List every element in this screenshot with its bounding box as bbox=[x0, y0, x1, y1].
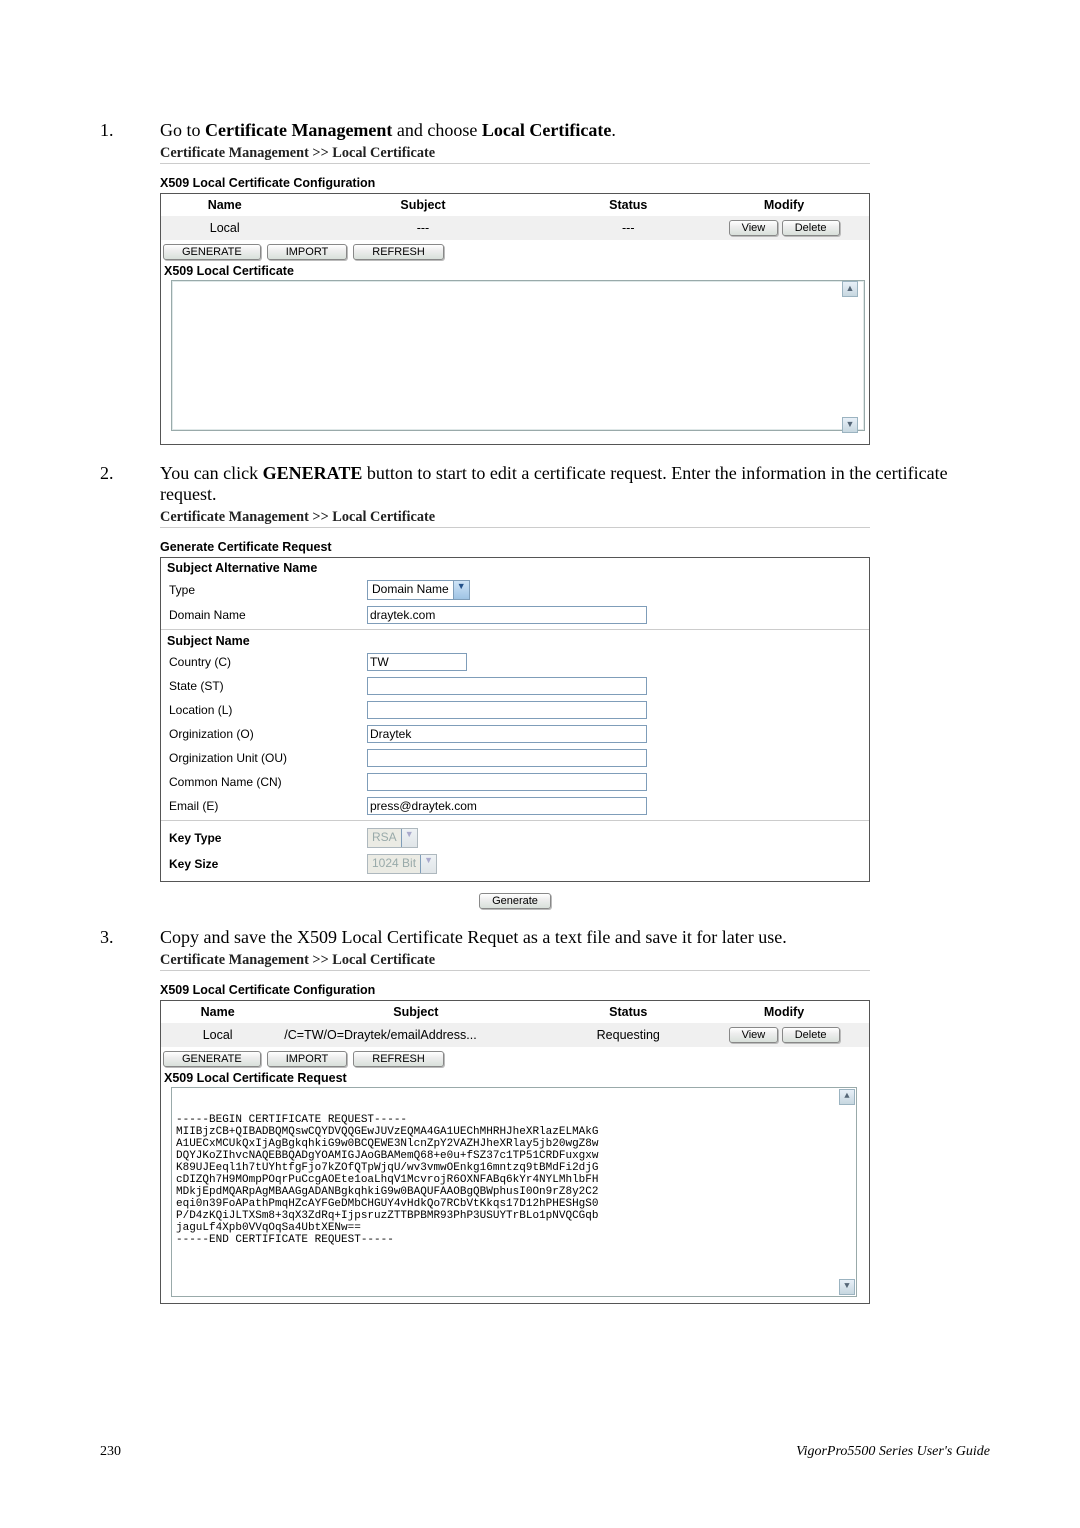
step3-content: Copy and save the X509 Local Certificate… bbox=[160, 927, 990, 1304]
hdr-modify: Modify bbox=[699, 194, 869, 216]
o-input[interactable] bbox=[367, 725, 647, 743]
x509-sub: X509 Local Certificate bbox=[164, 264, 869, 278]
refresh-button3[interactable]: REFRESH bbox=[353, 1051, 444, 1067]
kt-label: Key Type bbox=[161, 831, 367, 845]
o-label: Orginization (O) bbox=[161, 727, 367, 741]
row3-status: Requesting bbox=[557, 1023, 699, 1047]
s1-c: and choose bbox=[392, 120, 481, 140]
tbl3-title: X509 Local Certificate Configuration bbox=[160, 983, 870, 997]
ui3-block: Certificate Management >> Local Certific… bbox=[160, 952, 870, 1304]
import-button3[interactable]: IMPORT bbox=[267, 1051, 348, 1067]
page-number: 230 bbox=[100, 1444, 121, 1460]
step2-content: You can click GENERATE button to start t… bbox=[160, 463, 990, 909]
step2-number: 2. bbox=[100, 463, 160, 909]
scroll-up-icon[interactable]: ▲ bbox=[839, 1089, 855, 1105]
delete-button[interactable]: Delete bbox=[782, 220, 840, 236]
sn-title: Subject Name bbox=[167, 634, 869, 648]
generate-button3[interactable]: GENERATE bbox=[163, 1051, 261, 1067]
row1-subject: --- bbox=[288, 216, 557, 240]
step3-number: 3. bbox=[100, 927, 160, 1304]
hdr-subject3: Subject bbox=[274, 1001, 557, 1023]
row1-status: --- bbox=[557, 216, 699, 240]
tbl-title: X509 Local Certificate Configuration bbox=[160, 176, 870, 190]
row3-subject: /C=TW/O=Draytek/emailAddress... bbox=[274, 1023, 557, 1047]
delete-button3[interactable]: Delete bbox=[782, 1027, 840, 1043]
cert-textarea-empty[interactable] bbox=[171, 280, 865, 431]
row3-name: Local bbox=[161, 1023, 274, 1047]
hdr-name3: Name bbox=[161, 1001, 274, 1023]
cert-table: Name Subject Status Modify Local --- ---… bbox=[161, 194, 869, 240]
scroll-up-icon[interactable]: ▲ bbox=[842, 281, 858, 297]
ou-input[interactable] bbox=[367, 749, 647, 767]
guide-title: VigorPro5500 Series User's Guide bbox=[796, 1444, 990, 1460]
dn-input[interactable] bbox=[367, 606, 647, 624]
cert-table3: Name Subject Status Modify Local /C=TW/O… bbox=[161, 1001, 869, 1047]
l-label: Location (L) bbox=[161, 703, 367, 717]
view-button[interactable]: View bbox=[729, 220, 779, 236]
hdr-status: Status bbox=[557, 194, 699, 216]
ui2-block: Certificate Management >> Local Certific… bbox=[160, 509, 870, 909]
cn-input[interactable] bbox=[367, 773, 647, 791]
s2-b: GENERATE bbox=[263, 463, 363, 483]
st-label: State (ST) bbox=[161, 679, 367, 693]
page-footer: 230 VigorPro5500 Series User's Guide bbox=[100, 1444, 990, 1460]
s3-text: Copy and save the X509 Local Certificate… bbox=[160, 927, 787, 947]
type-label: Type bbox=[161, 583, 367, 597]
view-button3[interactable]: View bbox=[729, 1027, 779, 1043]
step1-number: 1. bbox=[100, 120, 160, 445]
row1-name: Local bbox=[161, 216, 288, 240]
chevron-down-icon: ▼ bbox=[420, 855, 436, 873]
hdr-status3: Status bbox=[557, 1001, 699, 1023]
step1-content: Go to Certificate Management and choose … bbox=[160, 120, 990, 445]
c-input[interactable] bbox=[367, 653, 467, 671]
st-input[interactable] bbox=[367, 677, 647, 695]
x509-sub3: X509 Local Certificate Request bbox=[164, 1071, 869, 1085]
c-label: Country (C) bbox=[161, 655, 367, 669]
breadcrumb2: Certificate Management >> Local Certific… bbox=[160, 509, 870, 528]
hdr-modify3: Modify bbox=[699, 1001, 869, 1023]
cn-label: Common Name (CN) bbox=[161, 775, 367, 789]
scroll-down-icon[interactable]: ▼ bbox=[842, 417, 858, 433]
gen-title: Generate Certificate Request bbox=[160, 540, 870, 554]
ui1-block: Certificate Management >> Local Certific… bbox=[160, 145, 870, 445]
l-input[interactable] bbox=[367, 701, 647, 719]
cert-text-box[interactable]: -----BEGIN CERTIFICATE REQUEST----- MIIB… bbox=[171, 1087, 857, 1297]
generate-button[interactable]: GENERATE bbox=[163, 244, 261, 260]
e-input[interactable] bbox=[367, 797, 647, 815]
ou-label: Orginization Unit (OU) bbox=[161, 751, 367, 765]
e-label: Email (E) bbox=[161, 799, 367, 813]
generate-submit-button[interactable]: Generate bbox=[479, 893, 551, 909]
hdr-name: Name bbox=[161, 194, 288, 216]
breadcrumb3: Certificate Management >> Local Certific… bbox=[160, 952, 870, 971]
cert-text: -----BEGIN CERTIFICATE REQUEST----- MIIB… bbox=[176, 1114, 852, 1246]
scroll-down-icon[interactable]: ▼ bbox=[839, 1279, 855, 1295]
s1-b: Certificate Management bbox=[205, 120, 392, 140]
s2-a: You can click bbox=[160, 463, 263, 483]
ks-label: Key Size bbox=[161, 857, 367, 871]
import-button[interactable]: IMPORT bbox=[267, 244, 348, 260]
san-title: Subject Alternative Name bbox=[167, 561, 869, 575]
breadcrumb1: Certificate Management >> Local Certific… bbox=[160, 145, 870, 164]
refresh-button[interactable]: REFRESH bbox=[353, 244, 444, 260]
dn-label: Domain Name bbox=[161, 608, 367, 622]
hdr-subject: Subject bbox=[288, 194, 557, 216]
s1-d: Local Certificate bbox=[482, 120, 611, 140]
kt-select: RSA ▼ bbox=[367, 828, 418, 848]
ks-select: 1024 Bit ▼ bbox=[367, 854, 437, 874]
s1-a: Go to bbox=[160, 120, 205, 140]
chevron-down-icon: ▼ bbox=[453, 581, 469, 599]
type-select[interactable]: Domain Name ▼ bbox=[367, 580, 470, 600]
chevron-down-icon: ▼ bbox=[401, 829, 417, 847]
s1-e: . bbox=[611, 120, 616, 140]
